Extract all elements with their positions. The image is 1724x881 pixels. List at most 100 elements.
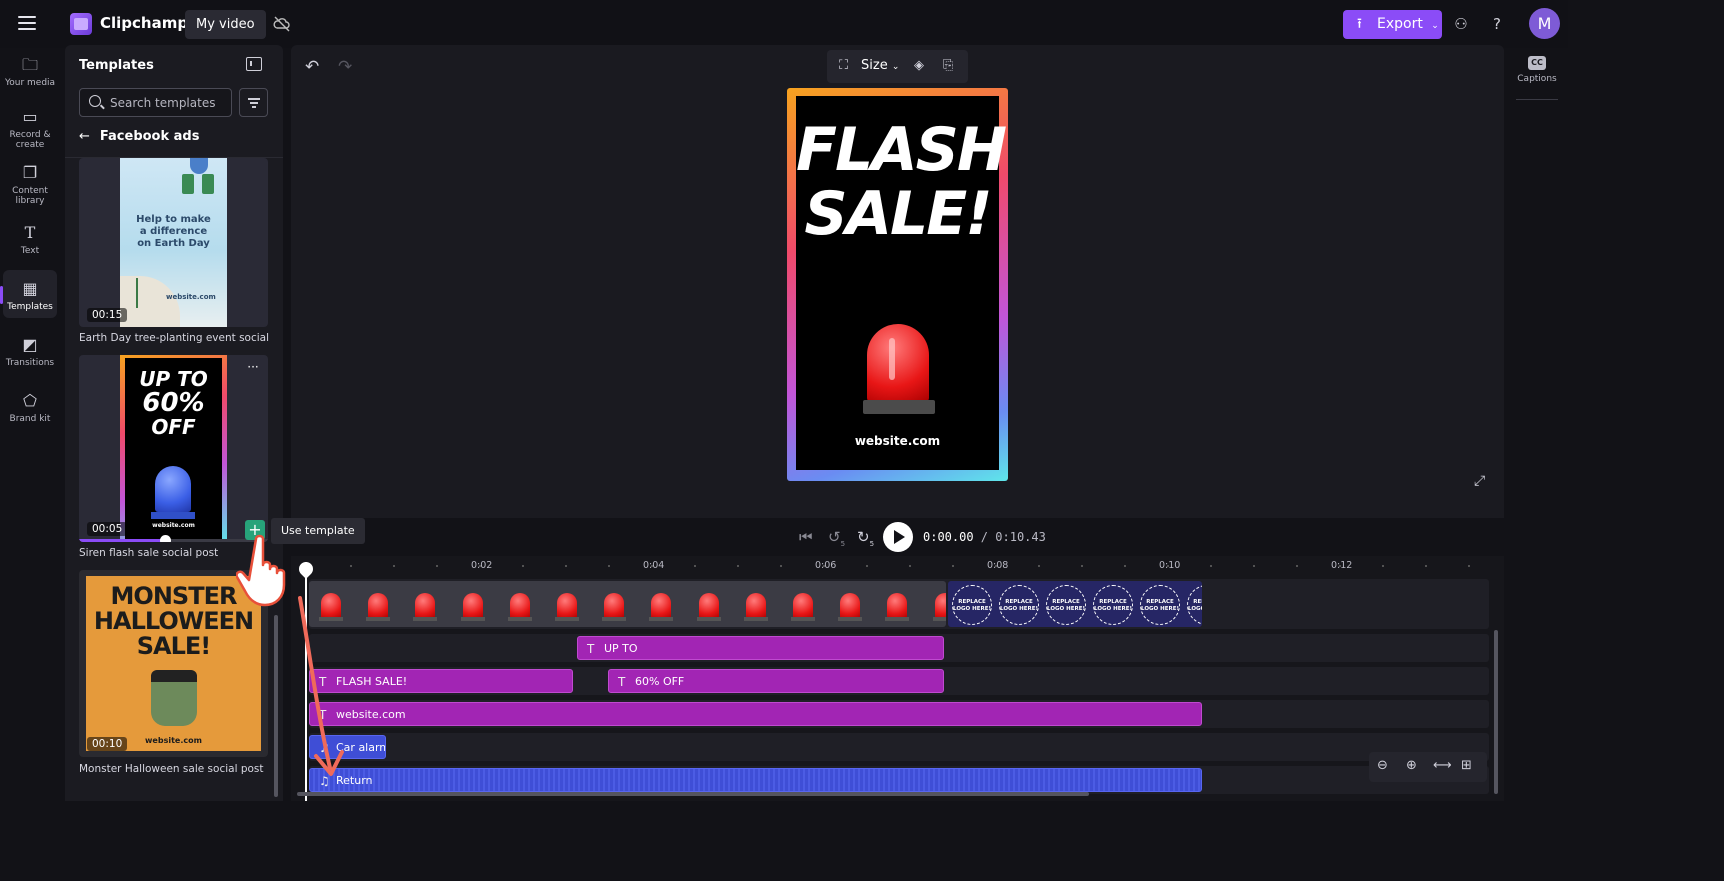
monster-face-icon <box>151 670 197 726</box>
ruler-label: 0:12 <box>1331 560 1353 571</box>
captions-button[interactable]: CC Captions <box>1516 56 1558 84</box>
ruler-tick <box>737 565 739 567</box>
expand-timeline-icon[interactable]: ⊞ <box>1461 758 1472 773</box>
divider <box>1516 99 1558 100</box>
text-clip-website[interactable]: Twebsite.com <box>309 702 1202 726</box>
export-button[interactable]: ⭱ Export ⌄ <box>1343 10 1442 39</box>
clipchamp-logo <box>70 13 92 35</box>
left-rail: 🗀 Your media ▭ Record & create ❐ Content… <box>0 48 62 801</box>
folder-icon: 🗀 <box>21 55 38 74</box>
hand-cursor-icon <box>236 534 286 607</box>
duration-badge: 00:05 <box>87 522 128 536</box>
siren-frame-thumbnail <box>366 593 391 621</box>
search-icon <box>89 95 101 107</box>
templates-panel: Templates ←Facebook ads Help to <box>65 45 283 801</box>
back-to-category[interactable]: ← Facebook ads <box>79 129 199 144</box>
logo-placeholder: REPLACE LOGO HERE! <box>1140 585 1180 625</box>
ruler-tick <box>1382 565 1384 567</box>
fit-timeline-icon[interactable]: ⟷ <box>1433 758 1452 773</box>
template-card-siren-flash-sale[interactable]: UP TO 60% OFF website.com ··· 00:05 <box>79 355 268 542</box>
flash-sale-headline: FLASH SALE! <box>796 115 1007 249</box>
video-clip-logo[interactable]: REPLACE LOGO HERE! REPLACE LOGO HERE! RE… <box>948 581 1202 627</box>
size-dropdown[interactable]: Size ⌄ <box>861 58 899 73</box>
template-site: website.com <box>152 522 195 529</box>
preview-scrubber[interactable] <box>160 535 171 542</box>
forward-5-icon[interactable]: ↻5 <box>857 528 874 548</box>
text-clip-60-off[interactable]: T 60% OFF <box>608 669 944 693</box>
ruler-tick <box>1038 565 1040 567</box>
category-label: Facebook ads <box>99 129 200 144</box>
siren-frame-thumbnail <box>460 593 485 621</box>
undo-icon[interactable]: ↶ <box>305 57 319 77</box>
text-clip-icon: T <box>587 642 595 656</box>
ruler-tick <box>479 565 481 567</box>
search-box[interactable] <box>79 88 232 117</box>
template-text: Help to make a difference on Earth Day <box>136 214 211 249</box>
upload-icon: ⭱ <box>1357 16 1362 32</box>
cloud-off-icon[interactable] <box>273 15 291 33</box>
template-thumbnail: Help to make a difference on Earth Day w… <box>120 158 227 327</box>
rail-transitions[interactable]: ◩ Transitions <box>3 336 57 376</box>
text-clip-icon: T <box>618 675 626 689</box>
rail-brand-kit[interactable]: ⬠ Brand kit <box>3 392 57 432</box>
transitions-icon: ◩ <box>22 335 38 354</box>
canvas-content: FLASH SALE! website.com <box>796 96 1007 470</box>
top-bar: Clipchamp My video ⭱ Export ⌄ ⚇ ? M <box>0 0 1568 48</box>
ruler-label: 0:04 <box>643 560 665 571</box>
fullscreen-icon[interactable]: ⤢ <box>1474 473 1489 489</box>
preview-progress-fill <box>79 539 166 542</box>
ruler-tick <box>1339 565 1341 567</box>
ruler-tick <box>1425 565 1427 567</box>
filter-line <box>250 102 258 104</box>
clipchamp-editor: Clipchamp My video ⭱ Export ⌄ ⚇ ? M 🗀 Yo… <box>0 0 1568 801</box>
video-canvas[interactable]: FLASH SALE! website.com <box>787 88 1008 481</box>
rail-your-media[interactable]: 🗀 Your media <box>3 56 57 96</box>
template-card-earth-day[interactable]: Help to make a difference on Earth Day w… <box>79 158 268 327</box>
rail-record-create[interactable]: ▭ Record & create <box>3 108 57 152</box>
help-icon[interactable]: ? <box>1487 14 1507 34</box>
template-thumbnail: UP TO 60% OFF website.com <box>120 355 227 542</box>
timeline-horizontal-scrollbar[interactable] <box>297 792 1089 796</box>
project-name-button[interactable]: My video <box>185 10 266 39</box>
ruler-tick <box>565 565 567 567</box>
collapse-panel-icon[interactable] <box>246 57 262 71</box>
panel-scrollbar[interactable] <box>274 615 278 797</box>
text-icon: T <box>24 223 36 242</box>
template-caption: Monster Halloween sale social post <box>79 763 264 775</box>
ruler-tick <box>1296 565 1298 567</box>
ruler-tick <box>823 565 825 567</box>
panel-title: Templates <box>79 58 154 73</box>
text-clip-up-to[interactable]: T UP TO <box>577 636 944 660</box>
ruler-tick <box>651 565 653 567</box>
rail-content-library[interactable]: ❐ Content library <box>3 164 57 208</box>
menu-icon[interactable] <box>18 16 36 30</box>
blue-siren-icon <box>155 466 191 512</box>
rewind-5-icon[interactable]: ↺5 <box>828 528 845 548</box>
zoom-in-icon[interactable]: ⊕ <box>1406 758 1417 773</box>
filter-line <box>248 98 260 100</box>
rail-label: Content library <box>12 186 48 206</box>
auto-captions-icon[interactable]: ⎘ <box>943 58 953 73</box>
timeline-vertical-scrollbar[interactable] <box>1494 630 1498 794</box>
zoom-controls: ⊖ ⊕ ⟷ ⊞ <box>1369 752 1487 782</box>
templates-icon: ▦ <box>22 279 38 298</box>
rail-templates[interactable]: ▦ Templates <box>0 270 57 318</box>
filter-button[interactable] <box>239 88 268 117</box>
ruler-tick <box>393 565 395 567</box>
share-people-icon[interactable]: ⚇ <box>1451 14 1471 34</box>
rail-text[interactable]: T Text <box>3 224 57 264</box>
audio-clip-return[interactable]: ♫ Return <box>309 768 1202 792</box>
avatar[interactable]: M <box>1529 8 1560 39</box>
background-remove-icon[interactable]: ◈ <box>914 58 924 73</box>
total-time: 0:10.43 <box>995 530 1046 544</box>
camera-icon: ▭ <box>22 107 38 126</box>
more-options-icon[interactable]: ··· <box>243 361 263 376</box>
audio-track <box>309 733 1489 761</box>
skip-to-start-icon[interactable]: ⏮ <box>799 528 813 546</box>
search-input[interactable] <box>110 95 228 111</box>
timeline: 0:02 0:04 0:06 0:08 0:10 0:12 REPLACE LO… <box>291 556 1504 801</box>
video-clip-siren[interactable] <box>309 581 946 627</box>
siren-frame-thumbnail <box>413 593 438 621</box>
play-button[interactable] <box>883 522 913 552</box>
zoom-out-icon[interactable]: ⊖ <box>1377 758 1388 773</box>
